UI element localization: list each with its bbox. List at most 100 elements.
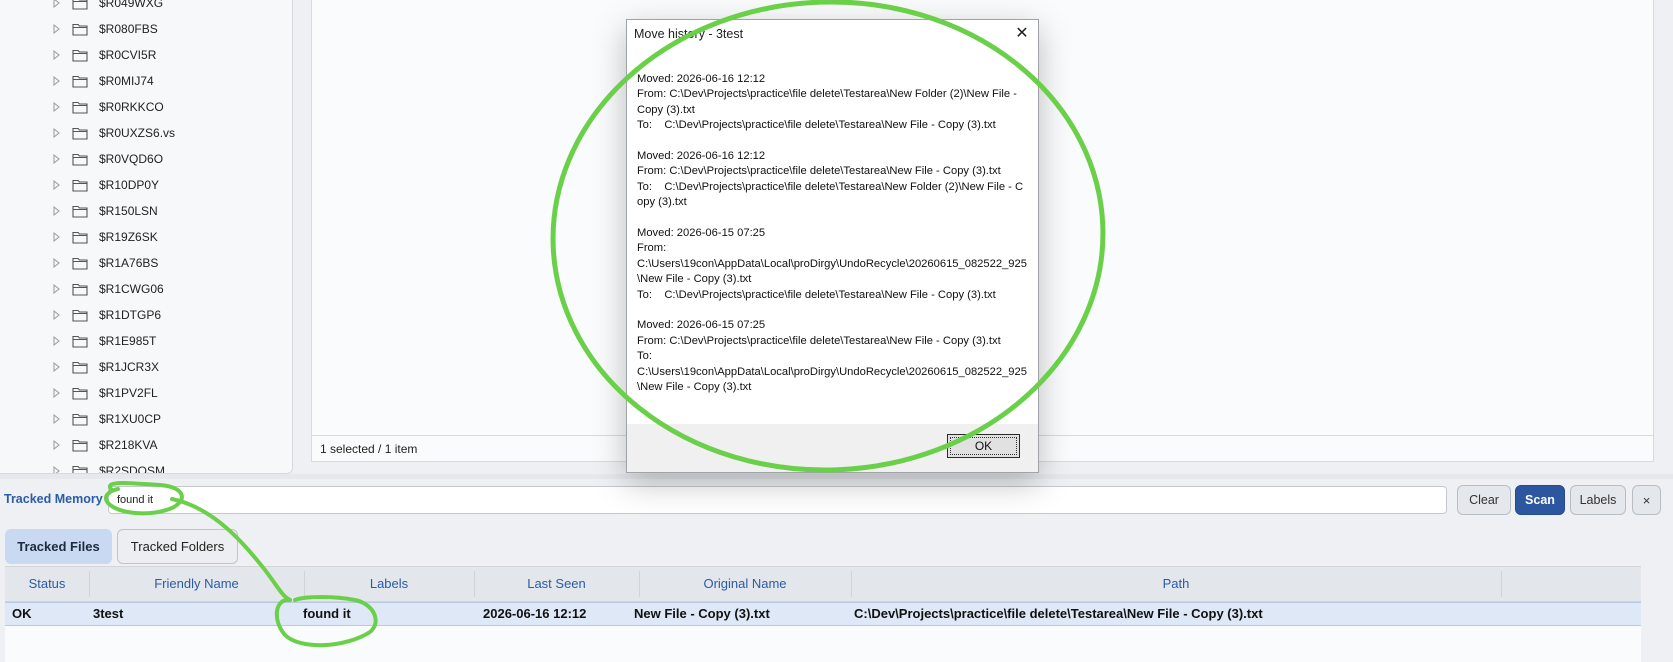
tree-item[interactable]: $R218KVA: [0, 432, 292, 458]
tree-item-label: $R2SDOSM: [99, 464, 166, 474]
column-header-original-name[interactable]: Original Name: [639, 567, 851, 601]
tree-item-label: $R1DTGP6: [99, 308, 162, 322]
folder-icon: [72, 0, 88, 10]
entry-to: To: C:\Dev\Projects\practice\file delete…: [637, 180, 1024, 209]
tree-item-label: $R150LSN: [99, 204, 158, 218]
folder-icon: [72, 360, 88, 374]
tree-item[interactable]: $R0MIJ74: [0, 68, 292, 94]
column-header-labels[interactable]: Labels: [304, 567, 474, 601]
tree-item[interactable]: $R1PV2FL: [0, 380, 292, 406]
tracked-memory-search-input[interactable]: [108, 486, 1447, 514]
folder-icon: [72, 22, 88, 36]
tree-item-label: $R0CVI5R: [99, 48, 157, 62]
triangle-right-icon[interactable]: [53, 439, 61, 451]
entry-moved: Moved: 2026-06-15 07:25: [637, 227, 766, 240]
tree-item[interactable]: $R1JCR3X: [0, 354, 292, 380]
tab-tracked-folders[interactable]: Tracked Folders: [117, 529, 238, 564]
cell-labels: found it: [303, 606, 351, 621]
tree-item[interactable]: $R0CVI5R: [0, 42, 292, 68]
folder-icon: [72, 48, 88, 62]
triangle-right-icon[interactable]: [53, 127, 61, 139]
history-entry: Moved: 2026-06-15 07:25 From: C:\Dev\Pro…: [637, 318, 1027, 395]
triangle-right-icon[interactable]: [53, 101, 61, 113]
folder-icon: [72, 178, 88, 192]
clear-button[interactable]: Clear: [1457, 485, 1511, 515]
triangle-right-icon[interactable]: [53, 205, 61, 217]
tree-item-label: $R1A76BS: [99, 256, 159, 270]
tree-item[interactable]: $R2SDOSM: [0, 458, 292, 474]
labels-button[interactable]: Labels: [1570, 485, 1626, 515]
folder-icon: [72, 126, 88, 140]
triangle-right-icon[interactable]: [53, 0, 61, 9]
tree-item-label: $R19Z6SK: [99, 230, 158, 244]
tree-item[interactable]: $R080FBS: [0, 16, 292, 42]
tree-item[interactable]: $R1E985T: [0, 328, 292, 354]
column-header-last-seen[interactable]: Last Seen: [474, 567, 639, 601]
tree-item-label: $R0VQD6O: [99, 152, 164, 166]
dialog-footer: OK: [627, 424, 1038, 472]
scan-button[interactable]: Scan: [1515, 485, 1565, 515]
entry-from: From: C:\Dev\Projects\practice\file dele…: [637, 88, 1020, 116]
triangle-right-icon[interactable]: [53, 309, 61, 321]
triangle-right-icon[interactable]: [53, 465, 61, 473]
history-entry: Moved: 2026-06-16 12:12 From: C:\Dev\Pro…: [637, 149, 1027, 211]
entry-from: From: C:\Dev\Projects\practice\file dele…: [637, 334, 1001, 347]
tree-item-label: $R1E985T: [99, 334, 157, 348]
folder-icon: [72, 412, 88, 426]
tab-tracked-files[interactable]: Tracked Files: [5, 529, 112, 564]
tree-item-label: $R0MIJ74: [99, 74, 154, 88]
entry-moved: Moved: 2026-06-15 07:25: [637, 319, 766, 332]
tree-item[interactable]: $R1DTGP6: [0, 302, 292, 328]
folder-icon: [72, 100, 88, 114]
tree-item-label: $R1JCR3X: [99, 360, 160, 374]
triangle-right-icon[interactable]: [53, 231, 61, 243]
triangle-right-icon[interactable]: [53, 23, 61, 35]
triangle-right-icon[interactable]: [53, 75, 61, 87]
triangle-right-icon[interactable]: [53, 413, 61, 425]
column-header-status[interactable]: Status: [5, 567, 89, 601]
tree-item[interactable]: $R0VQD6O: [0, 146, 292, 172]
tree-item[interactable]: $R10DP0Y: [0, 172, 292, 198]
cell-original-name: New File - Copy (3).txt: [634, 606, 770, 621]
history-entry: Moved: 2026-06-16 12:12 From: C:\Dev\Pro…: [637, 72, 1027, 134]
triangle-right-icon[interactable]: [53, 283, 61, 295]
move-history-text: Moved: 2026-06-16 12:12 From: C:\Dev\Pro…: [637, 72, 1027, 411]
close-icon[interactable]: ✕: [1012, 24, 1032, 44]
panel-splitter[interactable]: [0, 474, 1673, 479]
entry-to: To: C:\Users\19con\AppData\Local\proDirg…: [637, 350, 1027, 394]
tree-item[interactable]: $R1CWG06: [0, 276, 292, 302]
folder-icon: [72, 74, 88, 88]
triangle-right-icon[interactable]: [53, 335, 61, 347]
tree-item-label: $R0RKKCO: [99, 100, 164, 114]
triangle-right-icon[interactable]: [53, 257, 61, 269]
triangle-right-icon[interactable]: [53, 387, 61, 399]
tree-item-label: $R1CWG06: [99, 282, 164, 296]
triangle-right-icon[interactable]: [53, 179, 61, 191]
tree-item[interactable]: $R1A76BS: [0, 250, 292, 276]
tree-item[interactable]: $R0UXZS6.vs: [0, 120, 292, 146]
column-header-path[interactable]: Path: [851, 567, 1501, 601]
table-header: Status Friendly Name Labels Last Seen Or…: [5, 566, 1641, 602]
entry-from: From: C:\Dev\Projects\practice\file dele…: [637, 165, 1001, 178]
triangle-right-icon[interactable]: [53, 361, 61, 373]
tree-item[interactable]: $R1XU0CP: [0, 406, 292, 432]
tree-item[interactable]: $R150LSN: [0, 198, 292, 224]
tree-item[interactable]: $R19Z6SK: [0, 224, 292, 250]
cell-last-seen: 2026-06-16 12:12: [483, 606, 587, 621]
table-row[interactable]: OK 3test found it 2026-06-16 12:12 New F…: [5, 602, 1641, 626]
tree-item[interactable]: $R0RKKCO: [0, 94, 292, 120]
triangle-right-icon[interactable]: [53, 49, 61, 61]
tree-item[interactable]: $R049WXG: [0, 0, 292, 16]
folder-tree-panel[interactable]: $R049WXG $R080FBS $R0CVI5R $R0MIJ74 $R0RKKCO…: [0, 0, 293, 474]
folder-icon: [72, 334, 88, 348]
folder-icon: [72, 386, 88, 400]
column-header-friendly-name[interactable]: Friendly Name: [89, 567, 304, 601]
ok-button[interactable]: OK: [947, 434, 1020, 458]
triangle-right-icon[interactable]: [53, 153, 61, 165]
entry-from: From: C:\Users\19con\AppData\Local\proDi…: [637, 242, 1027, 286]
tracked-memory-label: Tracked Memory: [4, 492, 103, 506]
tree-item-label: $R0UXZS6.vs: [99, 126, 176, 140]
entry-to: To: C:\Dev\Projects\practice\file delete…: [637, 119, 996, 132]
close-tracked-panel-button[interactable]: ×: [1632, 485, 1661, 515]
folder-icon: [72, 230, 88, 244]
